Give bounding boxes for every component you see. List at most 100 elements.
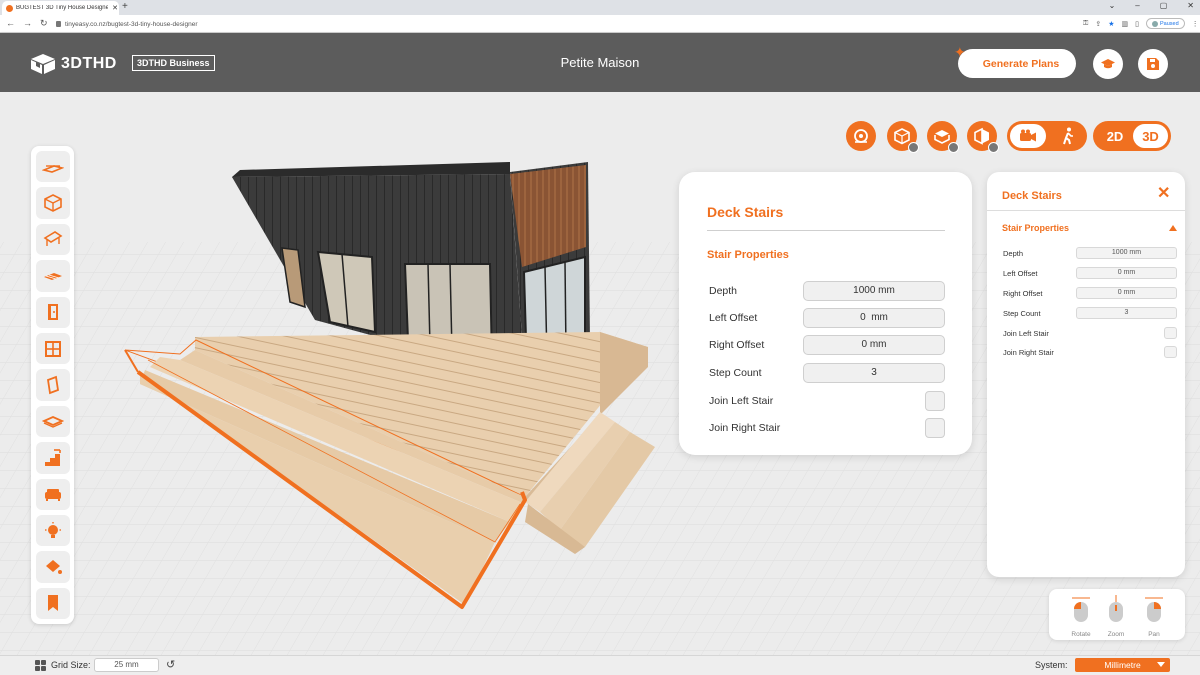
menu-icon[interactable]: ⋮	[1192, 20, 1199, 28]
window-controls: ⌄ – ▢ ✕	[1109, 1, 1194, 10]
join-right-label: Join Right Stair	[709, 422, 781, 434]
pan-hint: Pan	[1137, 595, 1171, 638]
sofa-icon	[44, 489, 61, 502]
mouse-right-click-icon	[1145, 597, 1163, 622]
lock-icon	[56, 21, 61, 27]
sidebar-left-offset-label: Left Offset	[1003, 268, 1038, 278]
tool-structure[interactable]	[35, 187, 70, 219]
sidebar-depth-label: Depth	[1003, 248, 1024, 258]
join-left-label: Join Left Stair	[709, 395, 774, 407]
reload-icon[interactable]: ↻	[40, 18, 48, 29]
tool-stairs[interactable]	[35, 442, 70, 474]
deck-icon	[43, 272, 62, 280]
walk-camera-option[interactable]	[1051, 124, 1085, 148]
tab-close-icon[interactable]: ✕	[111, 4, 119, 12]
join-right-row: Join Right Stair	[709, 418, 945, 438]
view-front-button[interactable]	[887, 121, 919, 153]
sidebar-step-count-row: Step Count 3	[1003, 307, 1177, 319]
tool-ceiling[interactable]	[35, 405, 70, 438]
divider	[707, 230, 945, 231]
sidebar-icon[interactable]: ▯	[1135, 20, 1139, 28]
floor-icon	[41, 164, 64, 173]
tutorial-button[interactable]	[1093, 49, 1123, 79]
save-icon	[1147, 58, 1159, 70]
caret-up-icon[interactable]	[1169, 225, 1177, 231]
tool-windows[interactable]	[35, 332, 70, 365]
sidebar-join-left-checkbox[interactable]	[1164, 327, 1177, 339]
back-icon[interactable]: ←	[6, 18, 15, 29]
generate-plans-button[interactable]: Generate Plans	[958, 49, 1076, 78]
minimize-icon[interactable]: –	[1135, 1, 1139, 10]
box-view-icon	[894, 128, 910, 145]
view-top-button[interactable]	[927, 121, 959, 153]
orbit-camera-option[interactable]	[1010, 124, 1046, 148]
system-label: System:	[1035, 660, 1068, 670]
url-field[interactable]: tinyeasy.co.nz/bugtest-3d-tiny-house-des…	[56, 18, 1076, 30]
tab-title: BUGTEST 3D Tiny House Designer	[16, 5, 108, 11]
right-offset-row: Right Offset 0 mm	[709, 335, 945, 355]
close-icon[interactable]: ✕	[1157, 186, 1170, 202]
layer-icon	[41, 416, 64, 429]
step-count-label: Step Count	[709, 367, 762, 379]
close-window-icon[interactable]: ✕	[1187, 1, 1194, 10]
right-offset-input[interactable]: 0 mm	[803, 335, 945, 355]
measurement-system-select[interactable]: Millimetre	[1075, 658, 1170, 672]
nav-buttons: ← → ↻	[6, 18, 48, 29]
system-value: Millimetre	[1104, 660, 1141, 670]
sidebar-step-count-input[interactable]: 3	[1076, 307, 1177, 319]
sidebar-left-offset-row: Left Offset 0 mm	[1003, 267, 1177, 279]
sidebar-depth-input[interactable]: 1000 mm	[1076, 247, 1177, 259]
sidebar-section-title[interactable]: Stair Properties	[1002, 223, 1069, 233]
stair-properties-popup: Deck Stairs Stair Properties Depth 1000 …	[679, 172, 972, 455]
save-button[interactable]	[1138, 49, 1168, 79]
tool-bookmarks[interactable]	[35, 587, 70, 620]
door-icon	[47, 304, 58, 321]
sidebar-join-left-label: Join Left Stair	[1003, 328, 1049, 338]
url-text: tinyeasy.co.nz/bugtest-3d-tiny-house-des…	[65, 20, 198, 28]
step-count-input[interactable]: 3	[803, 363, 945, 383]
tool-lighting[interactable]	[35, 514, 70, 547]
tool-deck[interactable]	[35, 260, 70, 292]
toggle-3d[interactable]: 3D	[1133, 124, 1168, 148]
reset-icon[interactable]: ↺	[166, 659, 175, 671]
tool-doors[interactable]	[35, 296, 70, 328]
paint-bucket-icon	[45, 559, 62, 574]
roof-icon	[43, 231, 62, 247]
join-left-checkbox[interactable]	[925, 391, 945, 411]
zoom-hint: Zoom	[1099, 595, 1133, 638]
extensions-icon[interactable]: ▥	[1121, 20, 1128, 28]
tool-furniture[interactable]	[35, 478, 70, 510]
toggle-2d[interactable]: 2D	[1097, 124, 1133, 148]
grid-size-input[interactable]: 25 mm	[94, 658, 159, 672]
sidebar-title: Deck Stairs	[1002, 190, 1062, 202]
grid-icon	[35, 660, 46, 671]
key-icon[interactable]: ⚿	[1083, 20, 1088, 28]
tool-paint[interactable]	[35, 551, 70, 583]
forward-icon[interactable]: →	[23, 18, 32, 29]
left-offset-input[interactable]: 0 mm	[803, 308, 945, 328]
sidebar-join-right-label: Join Right Stair	[1003, 347, 1054, 357]
dimension-toggle[interactable]: 2D 3D	[1093, 121, 1171, 151]
browser-tab[interactable]: BUGTEST 3D Tiny House Designer ✕	[2, 1, 119, 15]
view-badge-icon	[908, 142, 919, 153]
sidebar-join-right-checkbox[interactable]	[1164, 346, 1177, 358]
sidebar-right-offset-input[interactable]: 0 mm	[1076, 287, 1177, 299]
measure-tool-button[interactable]	[846, 121, 876, 151]
tool-walls[interactable]	[35, 369, 70, 401]
status-bar: Grid Size: 25 mm ↺ System: Millimetre	[0, 655, 1200, 675]
address-bar: ← → ↻ tinyeasy.co.nz/bugtest-3d-tiny-hou…	[0, 15, 1200, 33]
share-icon[interactable]: ⇪	[1095, 20, 1101, 28]
join-right-checkbox[interactable]	[925, 418, 945, 438]
tool-roof[interactable]	[35, 223, 70, 256]
profile-button[interactable]: Paused	[1145, 18, 1185, 29]
chevron-down-icon[interactable]: ⌄	[1109, 1, 1116, 10]
new-tab-icon[interactable]: +	[122, 2, 128, 12]
profile-status: Paused	[1159, 20, 1179, 27]
camera-mode-toggle[interactable]	[1007, 121, 1087, 151]
maximize-icon[interactable]: ▢	[1160, 1, 1168, 10]
view-side-button[interactable]	[967, 121, 999, 153]
depth-input[interactable]: 1000 mm	[803, 281, 945, 301]
tool-floor[interactable]	[35, 151, 70, 183]
sidebar-left-offset-input[interactable]: 0 mm	[1076, 267, 1177, 279]
bookmark-star-icon[interactable]: ★	[1108, 20, 1114, 28]
